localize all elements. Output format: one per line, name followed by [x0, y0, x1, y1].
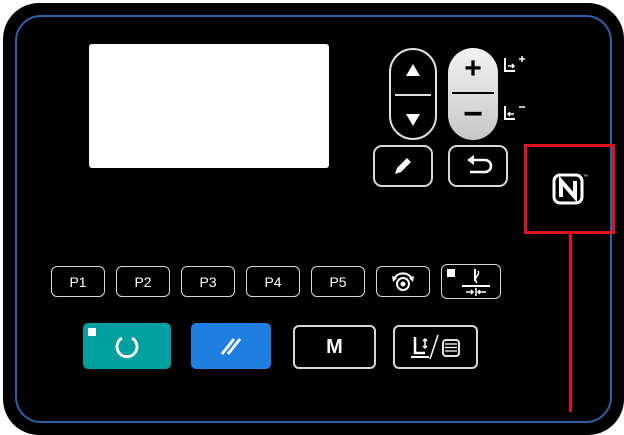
- pattern-label: P5: [329, 273, 347, 290]
- up-down-keys: [389, 48, 437, 140]
- thread-clamp-button[interactable]: [441, 264, 501, 299]
- minus-icon[interactable]: −: [448, 94, 498, 134]
- reset-slash-icon: [220, 338, 242, 355]
- svg-text:™: ™: [583, 174, 588, 180]
- pattern-button-p4[interactable]: P4: [246, 266, 300, 297]
- nfc-icon[interactable]: ™: [550, 169, 590, 209]
- pattern-label: P2: [134, 273, 152, 290]
- bobbin-winder-icon: [392, 271, 414, 291]
- lcd-display: [89, 44, 329, 168]
- return-button[interactable]: [448, 145, 508, 187]
- presser-thread-icon: [410, 334, 460, 360]
- threading-button[interactable]: [393, 325, 478, 369]
- pattern-button-p1[interactable]: P1: [51, 266, 105, 297]
- up-down-separator: [395, 94, 431, 96]
- thread-clamp-indicator: [447, 269, 455, 277]
- pattern-label: P4: [264, 273, 282, 290]
- mode-button[interactable]: M: [293, 325, 376, 369]
- ready-indicator: [88, 328, 96, 336]
- pattern-label: P3: [199, 273, 217, 290]
- edit-button[interactable]: [373, 145, 433, 187]
- down-triangle-icon[interactable]: [406, 114, 420, 126]
- return-arrow-icon: [467, 155, 493, 174]
- up-triangle-icon[interactable]: [406, 64, 420, 76]
- pattern-label: P1: [69, 273, 87, 290]
- ready-button[interactable]: [83, 323, 171, 369]
- ready-circle-icon: [115, 336, 139, 359]
- nfc-leader-line: [569, 234, 572, 412]
- needle-thread-icon: [462, 268, 490, 296]
- winder-button[interactable]: [376, 266, 430, 297]
- pattern-button-p2[interactable]: P2: [116, 266, 170, 297]
- plus-minus-keys: + −: [448, 48, 498, 140]
- presser-down-minus-icon: [504, 106, 525, 120]
- plus-icon[interactable]: +: [448, 52, 498, 86]
- pattern-button-p3[interactable]: P3: [181, 266, 235, 297]
- reset-button[interactable]: [191, 323, 271, 369]
- pattern-button-p5[interactable]: P5: [311, 266, 365, 297]
- mode-label: M: [326, 335, 343, 358]
- pencil-icon: [395, 158, 411, 174]
- presser-up-plus-icon: [504, 56, 525, 72]
- nfc-highlight-box: ™: [524, 144, 615, 234]
